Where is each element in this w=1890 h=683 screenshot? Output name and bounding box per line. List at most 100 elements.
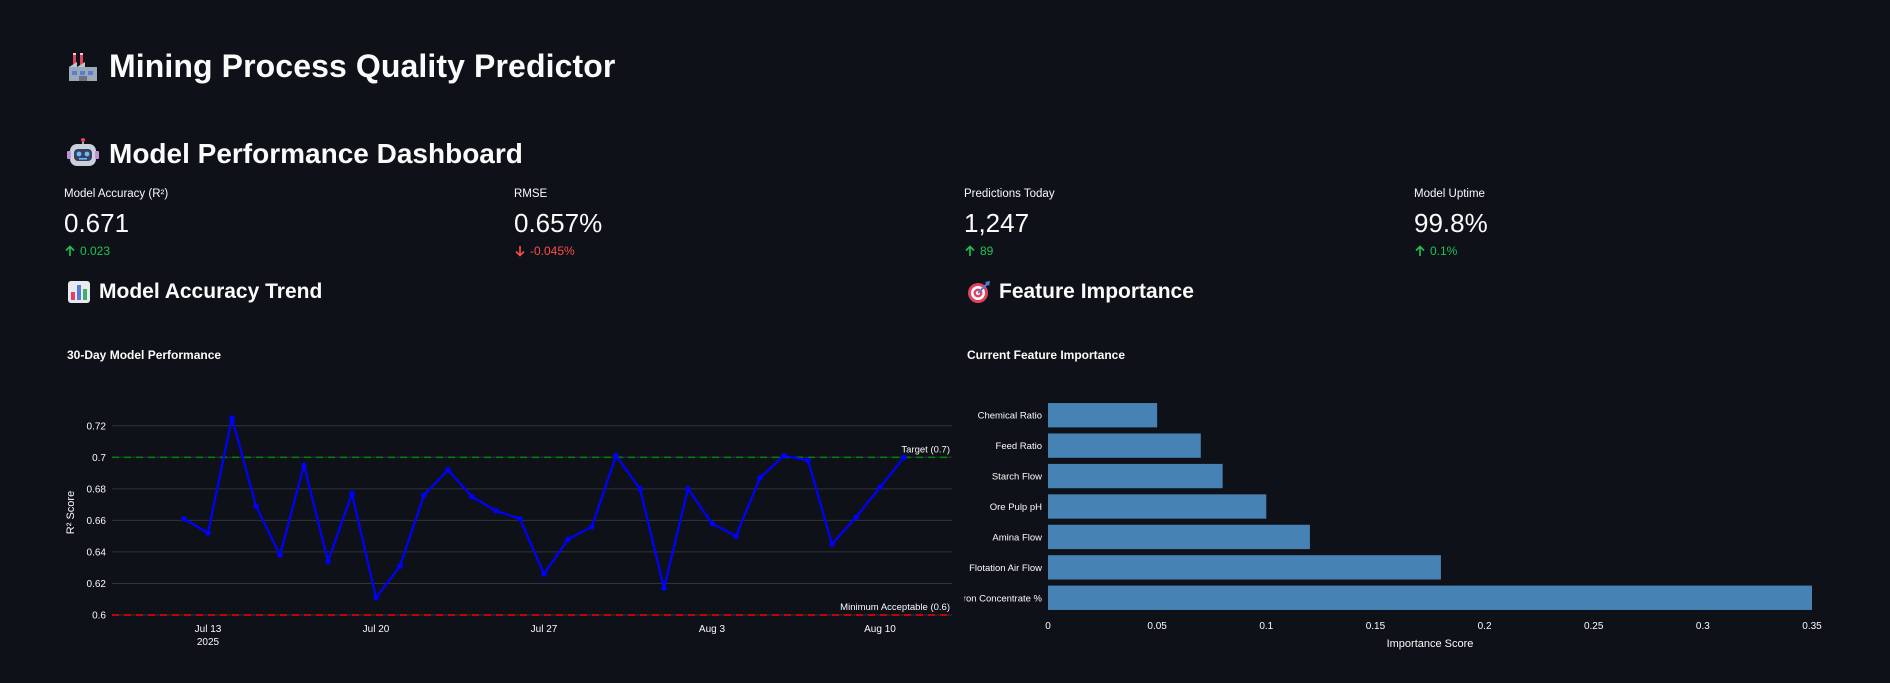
series-line [183,416,905,599]
y-tick-label: 0.6 [92,611,106,622]
data-point [541,571,547,577]
arrow-down-icon [515,246,525,257]
bar [1048,494,1267,519]
metric-card: Predictions Today 1,247 89 [964,188,1414,258]
x-tick-label: 0.35 [1802,621,1822,632]
metric-card: RMSE 0.657% -0.045% [514,188,964,258]
section-title: Model Performance Dashboard [67,138,523,170]
data-point [493,508,499,514]
x-tick-label: 0.05 [1147,621,1167,632]
category-label: Starch Flow [992,472,1042,483]
trend-section-title-text: Model Accuracy Trend [99,280,323,303]
x-axis-label: Importance Score [1387,638,1474,650]
metric-delta: 89 [964,244,1414,258]
y-tick-label: 0.64 [87,547,107,558]
data-point [397,563,403,569]
data-point [685,486,691,492]
x-tick-label: Aug 3 [699,624,726,635]
x-tick-label: 0 [1045,621,1051,632]
data-point [589,523,595,530]
metric-value: 0.671 [64,208,130,238]
arrow-up-icon [965,245,975,256]
y-tick-label: 0.66 [87,516,107,527]
y-tick-label: 0.68 [87,484,107,495]
x-tick-sublabel: 2025 [197,637,220,648]
metric-label: Model Accuracy (R²) [64,188,169,200]
metrics-row: Model Accuracy (R²) 0.671 0.023 RMSE 0.6… [64,188,1864,258]
data-point [373,594,379,601]
category-label: Flotation Air Flow [969,563,1042,574]
data-point [733,533,739,539]
bar [1048,463,1223,489]
x-tick-label: Jul 27 [531,624,558,635]
category-label: Iron Concentrate % [964,593,1043,604]
data-point [517,516,523,522]
chart-title: Current Feature Importance [967,348,1125,362]
category-label: Feed Ratio [996,441,1042,452]
x-tick-label: Jul 13 [195,624,222,635]
trend-section-title: Model Accuracy Trend [67,280,322,304]
metric-delta: -0.045% [514,244,964,258]
data-point [277,552,283,558]
bar [1048,524,1310,550]
metric-label: RMSE [514,188,548,200]
bar [1048,555,1441,580]
data-point [301,462,307,468]
category-label: Ore Pulp pH [990,502,1042,513]
bar [1048,585,1812,610]
target-icon [967,280,991,304]
app-title-text: Mining Process Quality Predictor [109,48,616,84]
x-tick-label: 0.15 [1366,621,1386,632]
x-tick-label: Aug 10 [864,624,896,635]
y-tick-label: 0.72 [87,421,107,432]
data-point [613,452,619,459]
y-axis-label: R² Score [65,491,77,534]
data-point [901,454,907,461]
feature-importance-chart: Current Feature Importance Chemical Rati… [964,348,1822,650]
metric-delta-value: -0.045% [530,244,575,258]
category-label: Chemical Ratio [978,411,1042,422]
bar-chart-icon [67,280,91,304]
data-point [805,457,811,464]
data-point [829,541,835,547]
arrow-up-icon [65,245,75,256]
chart-title: 30-Day Model Performance [67,348,221,362]
metric-delta-value: 0.023 [80,244,111,258]
metric-label: Predictions Today [964,188,1055,200]
reference-line-label: Minimum Acceptable (0.6) [840,602,950,613]
metric-delta: 0.1% [1414,244,1864,258]
data-point [565,536,571,543]
bar [1048,433,1201,458]
data-point [781,452,787,459]
robot-icon [67,138,99,170]
x-tick-label: 0.2 [1478,621,1492,632]
features-section-title: Feature Importance [967,280,1194,304]
data-point [445,467,451,473]
x-tick-label: 0.1 [1259,621,1273,632]
data-point [709,520,715,527]
data-point [757,475,763,481]
metric-value: 1,247 [964,208,1030,238]
app-title: Mining Process Quality Predictor [67,48,615,85]
x-tick-label: Jul 20 [363,624,390,635]
reference-line-label: Target (0.7) [901,444,950,455]
data-point [229,415,235,421]
metric-card: Model Accuracy (R²) 0.671 0.023 [64,188,514,258]
data-point [877,484,883,491]
factory-icon [67,51,99,83]
x-tick-label: 0.3 [1696,621,1710,632]
data-point [349,490,355,497]
metric-delta: 0.023 [64,244,514,258]
data-point [469,493,475,500]
data-point [181,516,187,522]
data-point [661,585,667,591]
data-point [253,503,259,509]
metric-label: Model Uptime [1414,188,1485,200]
data-point [637,486,643,492]
data-point [325,558,331,565]
metric-card: Model Uptime 99.8% 0.1% [1414,188,1864,258]
y-tick-label: 0.62 [87,579,107,590]
category-label: Amina Flow [992,532,1042,543]
metric-value: 99.8% [1414,208,1488,238]
metric-delta-value: 0.1% [1430,244,1458,258]
